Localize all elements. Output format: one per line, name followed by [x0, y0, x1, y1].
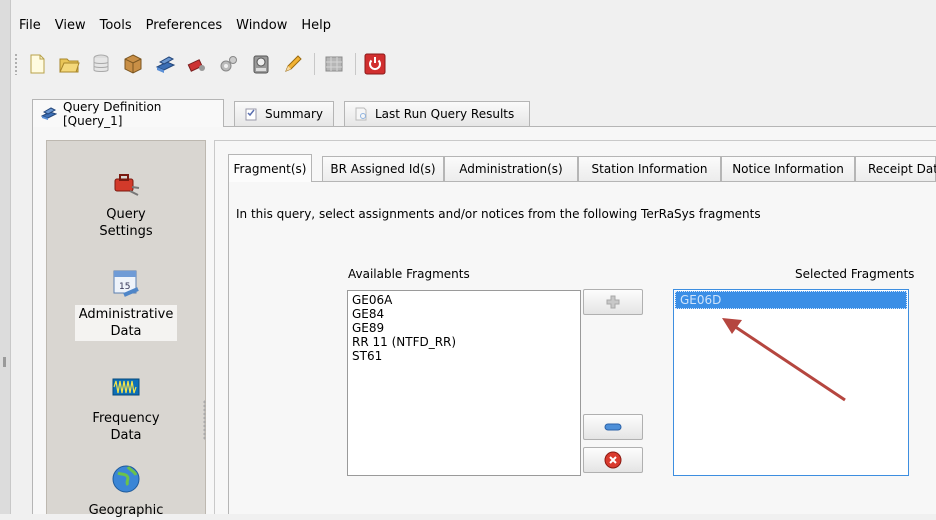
tab-fragments[interactable]: Fragment(s) — [228, 154, 312, 182]
tab-last-run-results[interactable]: Last Run Query Results — [344, 101, 530, 126]
sidebar-item-administrative-data[interactable]: 15 Administrative Data — [47, 267, 205, 341]
new-document-icon[interactable] — [26, 53, 48, 75]
menu-tools[interactable]: Tools — [93, 16, 139, 36]
toolbar-separator — [355, 53, 356, 75]
document-search-icon — [353, 107, 369, 121]
edge-grip[interactable] — [3, 357, 6, 367]
close-icon — [604, 451, 622, 469]
open-folder-icon[interactable] — [58, 53, 80, 75]
toolbox-icon — [110, 167, 142, 199]
sidebar-label: Query Settings — [99, 207, 153, 239]
add-fragment-button[interactable] — [583, 289, 643, 315]
box-icon[interactable] — [122, 53, 144, 75]
tab-label: Last Run Query Results — [375, 107, 515, 121]
tab-label: Notice Information — [732, 162, 844, 176]
tab-label: Receipt Dat — [868, 162, 936, 176]
waveform-icon — [110, 371, 142, 403]
menu-view[interactable]: View — [48, 16, 93, 36]
grid-icon[interactable] — [323, 53, 345, 75]
available-fragments-label: Available Fragments — [348, 267, 470, 281]
available-fragments-list[interactable]: GE06A GE84 GE89 RR 11 (NTFD_RR) ST61 — [347, 290, 581, 476]
book-stack-icon[interactable] — [154, 53, 176, 75]
fragments-description: In this query, select assignments and/or… — [236, 207, 761, 221]
power-icon[interactable] — [364, 53, 386, 75]
tab-administrations[interactable]: Administration(s) — [444, 156, 578, 181]
menu-window[interactable]: Window — [229, 16, 294, 36]
list-item[interactable]: GE89 — [348, 321, 580, 335]
menubar: File View Tools Preferences Window Help — [12, 16, 338, 36]
toolbar-separator — [314, 53, 315, 75]
list-item[interactable]: GE84 — [348, 307, 580, 321]
toolbar-grip[interactable] — [14, 53, 18, 75]
settings-sidebar: Query Settings 15 Administrative Data Freq… — [46, 140, 206, 518]
minus-icon — [604, 423, 622, 431]
sidebar-item-geographic[interactable]: Geographic — [47, 463, 205, 520]
tab-receipt-date[interactable]: Receipt Dat — [855, 156, 936, 181]
pencil-icon[interactable] — [282, 53, 304, 75]
menu-preferences[interactable]: Preferences — [139, 16, 229, 36]
list-item[interactable]: RR 11 (NTFD_RR) — [348, 335, 580, 349]
clear-fragments-button[interactable] — [583, 447, 643, 473]
tab-label: Administration(s) — [459, 162, 563, 176]
tab-br-assigned-ids[interactable]: BR Assigned Id(s) — [322, 156, 444, 181]
tab-notice-information[interactable]: Notice Information — [721, 156, 855, 181]
globe-icon — [110, 463, 142, 495]
window-edge — [0, 0, 11, 514]
toolbar — [14, 50, 396, 78]
menu-help[interactable]: Help — [294, 16, 338, 36]
sidebar-label: Frequency Data — [92, 411, 160, 443]
sidebar-label: Geographic — [88, 503, 164, 518]
selected-fragments-label: Selected Fragments — [795, 267, 915, 281]
sidebar-item-query-settings[interactable]: Query Settings — [47, 167, 205, 241]
annotation-arrow — [722, 318, 846, 402]
svg-text:15: 15 — [119, 282, 130, 292]
plus-icon — [606, 295, 620, 309]
remove-fragment-button[interactable] — [583, 414, 643, 440]
gears-icon[interactable] — [218, 53, 240, 75]
list-item[interactable]: GE06A — [348, 291, 580, 307]
calendar-icon: 15 — [110, 267, 142, 299]
tab-label: Query Definition [Query_1] — [63, 99, 162, 128]
menu-file[interactable]: File — [12, 16, 48, 36]
list-item[interactable]: ST61 — [348, 349, 580, 363]
sidebar-item-frequency-data[interactable]: Frequency Data — [47, 371, 205, 445]
tab-summary[interactable]: Summary — [234, 101, 334, 126]
sidebar-splitter[interactable] — [203, 400, 206, 440]
tab-label: BR Assigned Id(s) — [330, 162, 436, 176]
checklist-icon — [243, 107, 259, 121]
sidebar-label: Administrative Data — [74, 305, 178, 341]
tab-query-definition[interactable]: Query Definition [Query_1] — [32, 99, 224, 128]
tab-label: Fragment(s) — [233, 161, 307, 176]
tools-icon[interactable] — [186, 53, 208, 75]
database-icon[interactable] — [90, 53, 112, 75]
book-stack-icon — [40, 106, 58, 121]
tab-label: Station Information — [591, 162, 708, 176]
tab-station-information[interactable]: Station Information — [578, 156, 721, 181]
calculator-icon[interactable] — [250, 53, 272, 75]
tab-label: Summary — [265, 107, 323, 121]
